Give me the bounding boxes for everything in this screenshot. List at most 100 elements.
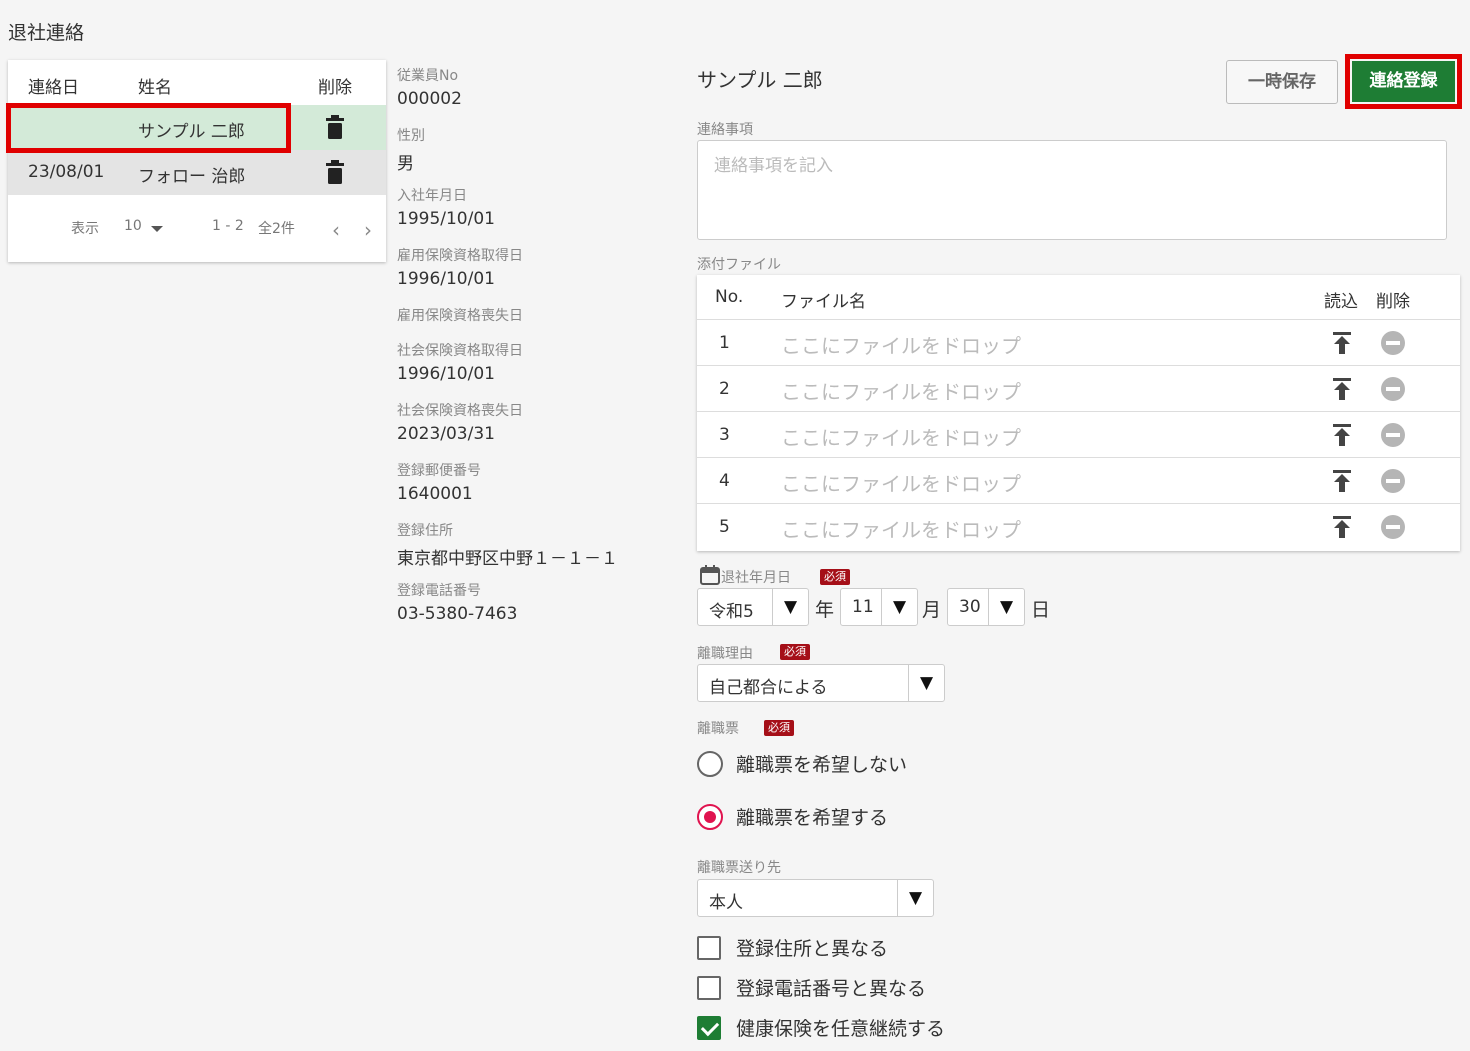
radio-slip-yes-label[interactable]: 離職票を希望する	[736, 803, 888, 830]
info-label: 社会保険資格喪失日	[397, 403, 523, 419]
attach-row[interactable]: 2 ここにファイルをドロップ	[697, 366, 1460, 412]
col-date: 連絡日	[28, 78, 79, 98]
list-header: 連絡日 姓名 削除	[8, 60, 386, 105]
info-value: 1996/10/01	[397, 364, 495, 384]
upload-icon[interactable]	[1332, 470, 1352, 492]
info-label: 社会保険資格取得日	[397, 343, 523, 359]
required-badge: 必須	[780, 644, 810, 660]
row-date: 23/08/01	[28, 162, 105, 182]
col-name: 姓名	[138, 78, 172, 98]
checkbox-different-phone[interactable]	[697, 976, 721, 1000]
upload-icon[interactable]	[1332, 332, 1352, 354]
pager-show-label: 表示	[71, 221, 99, 237]
remove-icon[interactable]	[1381, 331, 1405, 355]
day-select[interactable]: 30 ▼	[947, 588, 1025, 626]
info-join-date: 入社年月日 1995/10/01	[397, 185, 495, 229]
era-year-select[interactable]: 令和5 ▼	[697, 588, 809, 626]
page-title: 退社連絡	[8, 22, 85, 44]
send-to-select[interactable]: 本人 ▼	[697, 879, 934, 917]
attach-row[interactable]: 4 ここにファイルをドロップ	[697, 458, 1460, 504]
dropdown-arrow-icon: ▼	[881, 589, 917, 625]
info-label: 登録電話番号	[397, 583, 481, 599]
notes-label: 連絡事項	[697, 122, 753, 138]
employee-name: サンプル 二郎	[697, 68, 823, 92]
trash-icon[interactable]	[326, 160, 344, 184]
radio-slip-yes[interactable]	[697, 804, 723, 830]
retire-date-label: 退社年月日	[721, 570, 791, 586]
info-soc-ins-lost: 社会保険資格喪失日 2023/03/31	[397, 400, 523, 444]
send-to-label: 離職票送り先	[697, 860, 781, 876]
notes-input[interactable]: 連絡事項を記入	[697, 140, 1447, 240]
info-gender: 性別 男	[397, 125, 425, 174]
attach-row[interactable]: 3 ここにファイルをドロップ	[697, 412, 1460, 458]
info-value: 000002	[397, 89, 462, 109]
dropdown-arrow-icon: ▼	[908, 665, 944, 701]
attach-row[interactable]: 1 ここにファイルをドロップ	[697, 320, 1460, 366]
required-badge: 必須	[820, 569, 850, 585]
pager-total: 全2件	[258, 221, 295, 237]
file-drop-zone[interactable]: ここにファイルをドロップ	[781, 514, 1021, 543]
reason-label: 離職理由	[697, 646, 753, 662]
chevron-down-icon[interactable]	[151, 226, 163, 232]
info-emp-ins-lost: 雇用保険資格喪失日	[397, 305, 523, 329]
attach-no: 1	[719, 333, 730, 353]
col-no: No.	[715, 287, 744, 307]
required-badge: 必須	[764, 720, 794, 736]
remove-icon[interactable]	[1381, 515, 1405, 539]
col-read: 読込	[1324, 292, 1358, 312]
upload-icon[interactable]	[1332, 516, 1352, 538]
month-select[interactable]: 11 ▼	[840, 588, 918, 626]
info-postal: 登録郵便番号 1640001	[397, 460, 481, 504]
info-address: 登録住所 東京都中野区中野１－１－１	[397, 520, 618, 569]
attach-row[interactable]: 5 ここにファイルをドロップ	[697, 504, 1460, 550]
trash-icon[interactable]	[326, 115, 344, 139]
info-label: 登録郵便番号	[397, 463, 481, 479]
attach-label: 添付ファイル	[697, 257, 781, 273]
info-label: 従業員No	[397, 68, 459, 84]
calendar-icon	[700, 565, 720, 585]
checkbox-different-address-label[interactable]: 登録住所と異なる	[736, 934, 888, 961]
radio-slip-no[interactable]	[697, 751, 723, 777]
page-size-select[interactable]: 10	[124, 218, 142, 234]
checkbox-continue-insurance-label[interactable]: 健康保険を任意継続する	[736, 1014, 945, 1041]
list-row[interactable]: 23/08/01 フォロー 治郎	[8, 150, 386, 195]
checkbox-continue-insurance[interactable]	[697, 1016, 721, 1040]
attach-no: 4	[719, 471, 730, 491]
upload-icon[interactable]	[1332, 424, 1352, 446]
checkbox-different-address[interactable]	[697, 936, 721, 960]
attachment-table: No. ファイル名 読込 削除 1 ここにファイルをドロップ 2 ここにファイル…	[697, 275, 1460, 551]
info-phone: 登録電話番号 03-5380-7463	[397, 580, 517, 624]
info-value: 1996/10/01	[397, 269, 495, 289]
remove-icon[interactable]	[1381, 423, 1405, 447]
info-value: 1640001	[397, 484, 473, 504]
checkbox-different-phone-label[interactable]: 登録電話番号と異なる	[736, 974, 926, 1001]
file-drop-zone[interactable]: ここにファイルをドロップ	[781, 330, 1021, 359]
temp-save-button[interactable]: 一時保存	[1226, 60, 1338, 104]
col-delete: 削除	[1376, 292, 1410, 312]
info-value: 東京都中野区中野１－１－１	[397, 549, 618, 569]
dropdown-arrow-icon: ▼	[897, 880, 933, 916]
col-filename: ファイル名	[781, 292, 866, 312]
reason-select[interactable]: 自己都合による ▼	[697, 664, 945, 702]
radio-slip-no-label[interactable]: 離職票を希望しない	[736, 750, 907, 777]
col-delete: 削除	[318, 78, 352, 98]
register-button[interactable]: 連絡登録	[1352, 61, 1455, 102]
day-unit: 日	[1031, 599, 1051, 621]
prev-page-icon[interactable]: ‹	[332, 218, 340, 242]
info-emp-ins-acquired: 雇用保険資格取得日 1996/10/01	[397, 245, 523, 289]
remove-icon[interactable]	[1381, 469, 1405, 493]
info-label: 入社年月日	[397, 188, 467, 204]
attach-header: No. ファイル名 読込 削除	[697, 275, 1460, 320]
upload-icon[interactable]	[1332, 378, 1352, 400]
info-value: 2023/03/31	[397, 424, 495, 444]
file-drop-zone[interactable]: ここにファイルをドロップ	[781, 422, 1021, 451]
month-value: 11	[852, 597, 874, 617]
pager-range: 1 - 2	[212, 218, 244, 234]
file-drop-zone[interactable]: ここにファイルをドロップ	[781, 468, 1021, 497]
next-page-icon[interactable]: ›	[364, 218, 372, 242]
day-value: 30	[959, 597, 981, 617]
remove-icon[interactable]	[1381, 377, 1405, 401]
attach-no: 5	[719, 517, 730, 537]
info-employee-no: 従業員No 000002	[397, 65, 462, 109]
file-drop-zone[interactable]: ここにファイルをドロップ	[781, 376, 1021, 405]
